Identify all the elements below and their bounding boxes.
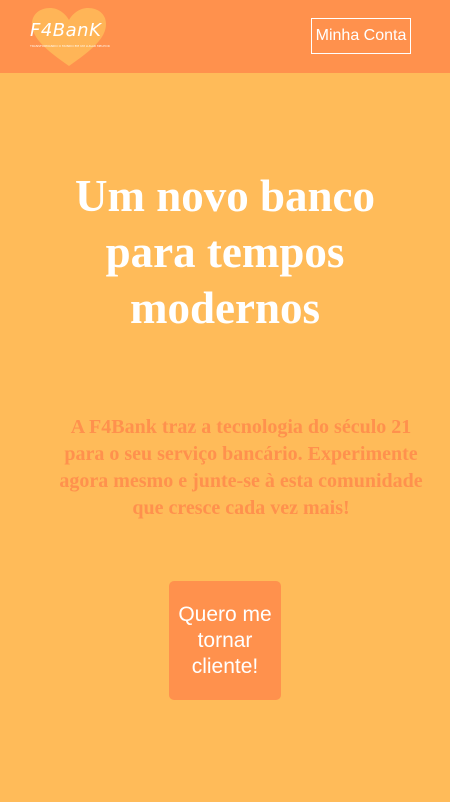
hero-headline: Um novo banco para tempos modernos [74, 171, 376, 333]
become-client-button[interactable]: Quero me tornar cliente! [169, 581, 281, 700]
hero-description: A F4Bank traz a tecnologia do século 21 … [59, 416, 423, 519]
brand-logo[interactable]: F4BanK TRANSFORMANDO O MUNDO EM UM LUGAR… [26, 6, 112, 68]
my-account-button[interactable]: Minha Conta [311, 18, 411, 54]
logo-tagline: TRANSFORMANDO O MUNDO EM UM LUGAR MELHOR [30, 44, 110, 48]
logo-text: F4BanK [30, 20, 102, 41]
top-navigation-bar: F4BanK TRANSFORMANDO O MUNDO EM UM LUGAR… [0, 0, 450, 73]
